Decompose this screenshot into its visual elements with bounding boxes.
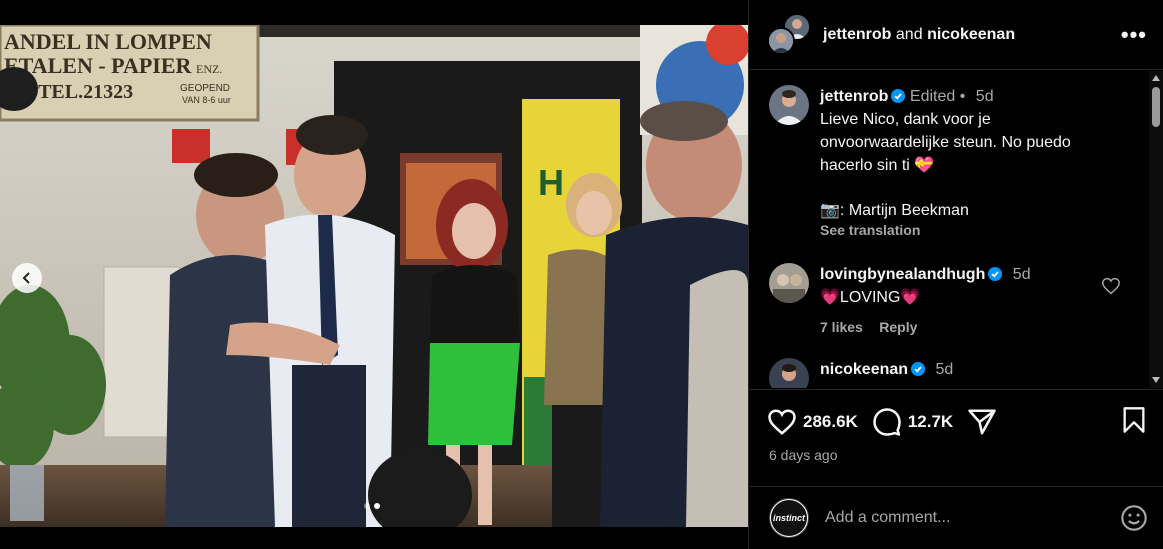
comments-list: jettenrob Edited • 5d Lieve Nico, dank v…	[749, 71, 1149, 388]
share-button[interactable]	[967, 408, 997, 436]
heart-icon	[768, 409, 796, 435]
save-button[interactable]	[1122, 406, 1146, 439]
more-options-button[interactable]: •••	[1121, 22, 1147, 48]
carousel-indicator	[364, 503, 380, 509]
sign-line-2: ETALEN - PAPIER	[4, 53, 193, 78]
comment-input[interactable]	[825, 509, 1120, 527]
bookmark-icon	[1123, 406, 1145, 433]
comment-username[interactable]: nicokeenan	[820, 361, 908, 378]
comment-time[interactable]: 5d	[1013, 266, 1031, 283]
collab-names: jettenrob and nicokeenan	[823, 26, 1121, 44]
edited-label: Edited	[909, 88, 956, 105]
post-media: ANDEL IN LOMPEN ETALEN - PAPIER ENZ. R.4…	[0, 0, 748, 549]
comments-count[interactable]: 12.7K	[908, 412, 953, 432]
post-actions: 286.6K 12.7K 6 days ago instinct	[749, 389, 1163, 549]
caption-username[interactable]: jettenrob	[820, 88, 888, 105]
post-photo: ANDEL IN LOMPEN ETALEN - PAPIER ENZ. R.4…	[0, 25, 748, 527]
chevron-left-icon	[22, 272, 30, 284]
verified-badge-icon	[911, 362, 926, 376]
comment-item: lovingbynealandhugh 5d 💗LOVING💗 7 likes …	[749, 263, 1149, 336]
carousel-prev-button[interactable]	[12, 263, 42, 293]
carousel-dot	[364, 503, 370, 509]
caption: jettenrob Edited • 5d Lieve Nico, dank v…	[749, 85, 1149, 238]
avatar	[767, 26, 795, 55]
avatar[interactable]	[769, 358, 809, 388]
svg-text:H: H	[538, 162, 564, 203]
scroll-up-arrow-icon[interactable]	[1152, 75, 1160, 81]
header-username-1[interactable]: jettenrob	[823, 26, 891, 43]
comment-likes[interactable]: 7 likes	[820, 319, 863, 335]
header-and: and	[895, 25, 923, 43]
post-details-panel: jettenrob and nicokeenan ••• jettenrob E…	[748, 0, 1163, 549]
comments-scrollbar[interactable]	[1149, 71, 1163, 388]
comment-bubble-icon	[873, 408, 901, 436]
sign-line-1: ANDEL IN LOMPEN	[4, 29, 212, 54]
carousel-dot-active	[374, 503, 380, 509]
sign-geopend: GEOPEND	[180, 83, 230, 94]
verified-badge-icon	[891, 89, 906, 103]
comment-text: 💗LOVING💗	[820, 289, 921, 306]
comment-like-heart-icon[interactable]	[1101, 277, 1121, 295]
photo-credit: 📷: Martijn Beekman	[820, 202, 969, 219]
caption-text: Lieve Nico, dank voor je onvoorwaardelij…	[820, 111, 1071, 174]
comment-time[interactable]: 5d	[935, 361, 953, 378]
like-button[interactable]: 286.6K	[767, 408, 858, 436]
post-timestamp[interactable]: 6 days ago	[769, 447, 838, 463]
verified-badge-icon	[988, 267, 1003, 281]
emoji-icon[interactable]	[1120, 504, 1148, 532]
scroll-down-arrow-icon[interactable]	[1152, 377, 1160, 383]
avatar[interactable]	[769, 85, 809, 125]
likes-count[interactable]: 286.6K	[803, 412, 858, 432]
comment-username[interactable]: lovingbynealandhugh	[820, 266, 985, 283]
sign-van: VAN 8-6 uur	[182, 95, 231, 105]
avatar-label: instinct	[771, 500, 807, 536]
comment-button[interactable]: 12.7K	[872, 407, 953, 437]
avatar[interactable]	[769, 263, 809, 303]
collab-avatars[interactable]	[767, 12, 811, 57]
scroll-thumb[interactable]	[1152, 87, 1160, 127]
comment-reply-button[interactable]: Reply	[879, 319, 917, 335]
avatar: instinct	[769, 498, 809, 538]
sign-enz: ENZ.	[196, 62, 222, 76]
photo-illustration: ANDEL IN LOMPEN ETALEN - PAPIER ENZ. R.4…	[0, 25, 748, 527]
add-comment-bar: instinct	[749, 486, 1163, 549]
header-username-2[interactable]: nicokeenan	[927, 26, 1015, 43]
meta-separator: •	[959, 88, 966, 105]
see-translation-link[interactable]: See translation	[820, 222, 1119, 238]
comment-item: nicokeenan 5d	[749, 358, 1149, 388]
post-header: jettenrob and nicokeenan •••	[749, 0, 1163, 70]
paper-plane-icon	[968, 409, 996, 435]
caption-time[interactable]: 5d	[976, 88, 994, 105]
